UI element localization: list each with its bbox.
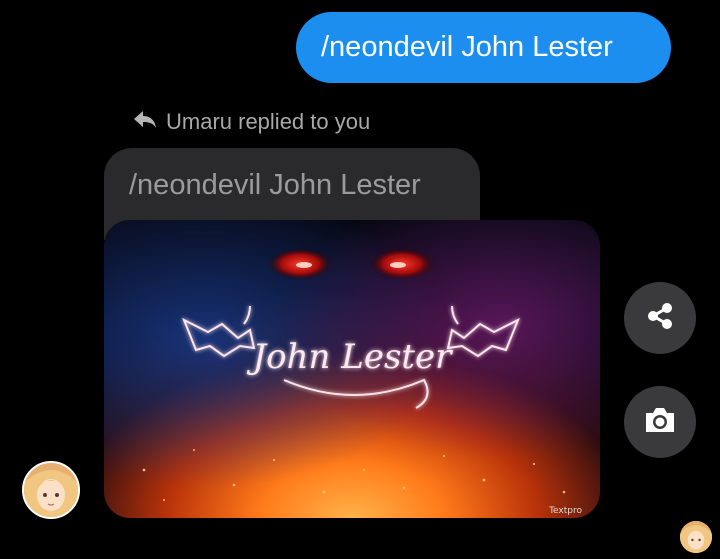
reply-arrow-icon [132,108,158,136]
anime-avatar-image [680,521,712,553]
reply-indicator-text: Umaru replied to you [166,109,371,134]
reply-indicator: Umaru replied to you [132,107,370,137]
image-watermark: Textpro [549,506,582,516]
neon-devil-image[interactable]: John Lester Textpro [104,220,600,518]
anime-avatar-image [24,463,78,517]
seen-avatar [680,521,712,553]
sent-message-bubble[interactable]: /neondevil John Lester [296,12,671,83]
sent-message-text: /neondevil John Lester [321,31,613,63]
share-icon [644,300,676,337]
sender-avatar[interactable] [22,461,80,519]
neon-devil-artwork: John Lester [104,220,600,518]
camera-icon [642,404,678,441]
camera-button[interactable] [624,386,696,458]
quoted-message-text: /neondevil John Lester [129,169,421,201]
share-button[interactable] [624,282,696,354]
image-caption-text: John Lester [247,337,454,377]
